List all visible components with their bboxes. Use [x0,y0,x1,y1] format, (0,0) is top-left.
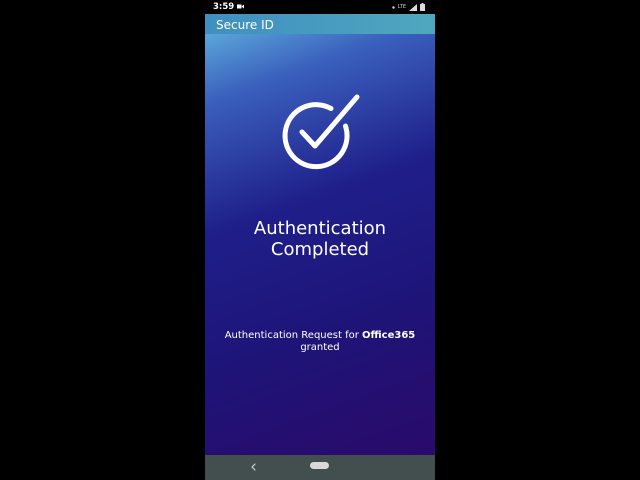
app-title: Secure ID [216,18,274,32]
signal-icon [409,3,417,11]
phone-screen: 3:59 LTE Secure ID Authentication Comple… [205,0,435,480]
video-icon [237,4,244,9]
auth-app-name: Office365 [362,330,416,341]
auth-message-suffix: granted [300,342,340,353]
check-circle-icon [282,94,360,170]
back-chevron-icon[interactable] [248,461,258,473]
auth-content: Authentication Completed Authentication … [205,34,435,455]
status-bar: 3:59 LTE [205,0,435,14]
auth-message: Authentication Request for Office365 gra… [205,330,435,354]
auth-message-prefix: Authentication Request for [224,330,363,341]
home-pill-icon[interactable] [310,462,329,469]
network-label: LTE [397,4,406,10]
auth-title: Authentication Completed [253,218,387,260]
dot-icon [391,5,395,9]
status-time: 3:59 [213,2,235,12]
app-header: Secure ID [205,14,435,34]
battery-icon [420,3,425,11]
status-icons: LTE [391,3,425,11]
navigation-bar [205,455,435,480]
